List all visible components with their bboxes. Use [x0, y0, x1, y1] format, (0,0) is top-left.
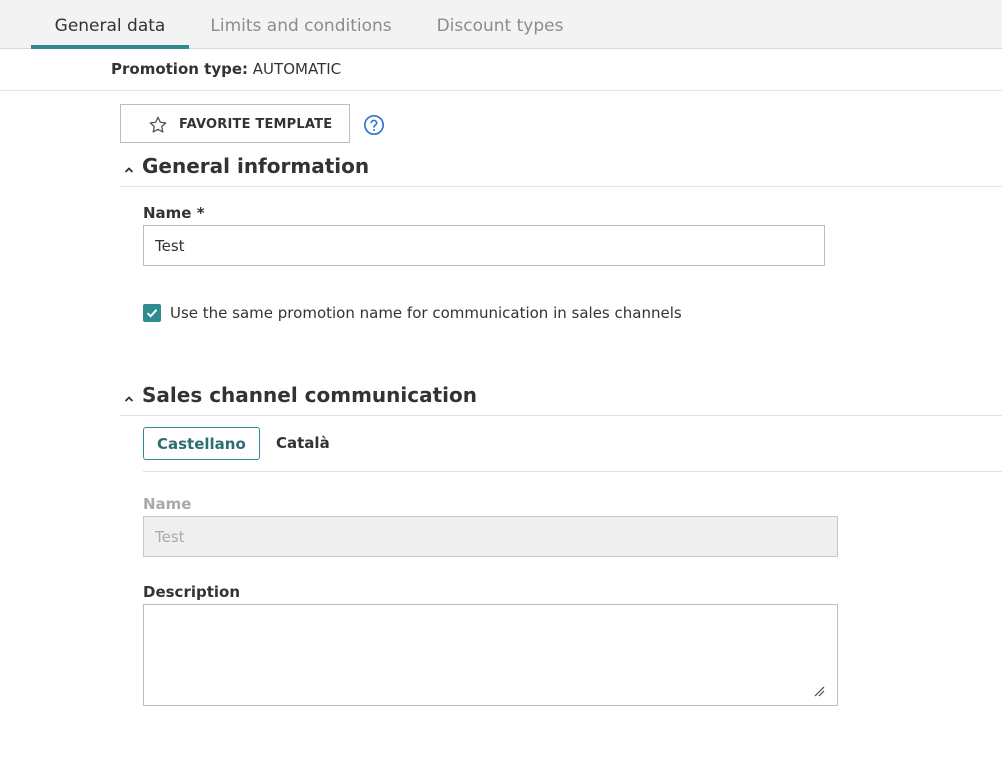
description-label: Description: [143, 583, 241, 601]
tab-discount-types[interactable]: Discount types: [430, 0, 570, 48]
name-label: Name *: [143, 204, 205, 222]
general-information-header[interactable]: General information: [120, 154, 1002, 187]
chevron-up-icon: [124, 167, 134, 173]
promotion-type-label: Promotion type:: [111, 60, 249, 78]
language-tab-catala[interactable]: Català: [276, 427, 330, 460]
checkmark-icon: [146, 309, 158, 318]
tab-general-data[interactable]: General data: [31, 0, 189, 49]
tab-limits-and-conditions[interactable]: Limits and conditions: [207, 0, 395, 48]
same-name-checkbox[interactable]: [143, 304, 161, 322]
language-tab-castellano[interactable]: Castellano: [143, 427, 260, 460]
resize-handle-icon[interactable]: [813, 685, 825, 697]
channel-name-input: [143, 516, 838, 557]
promotion-type-row: Promotion type: AUTOMATIC: [0, 49, 1002, 91]
name-input[interactable]: [143, 225, 825, 266]
description-textarea[interactable]: [143, 604, 838, 706]
star-icon: [149, 116, 167, 133]
top-tab-bar: General data Limits and conditions Disco…: [0, 0, 1002, 49]
favorite-template-label: FAVORITE TEMPLATE: [179, 117, 333, 132]
channel-name-label: Name: [143, 495, 192, 513]
sales-channel-title: Sales channel communication: [142, 383, 477, 407]
promotion-type-value: AUTOMATIC: [252, 60, 342, 78]
help-circle-icon[interactable]: [363, 114, 385, 136]
language-tabs: Castellano Català: [143, 427, 1002, 472]
promotion-type: Promotion type: AUTOMATIC: [111, 60, 341, 78]
sales-channel-header[interactable]: Sales channel communication: [120, 383, 1002, 416]
chevron-up-icon: [124, 396, 134, 402]
general-information-title: General information: [142, 154, 370, 178]
favorite-template-button[interactable]: FAVORITE TEMPLATE: [120, 104, 350, 143]
same-name-checkbox-label: Use the same promotion name for communic…: [170, 304, 682, 322]
